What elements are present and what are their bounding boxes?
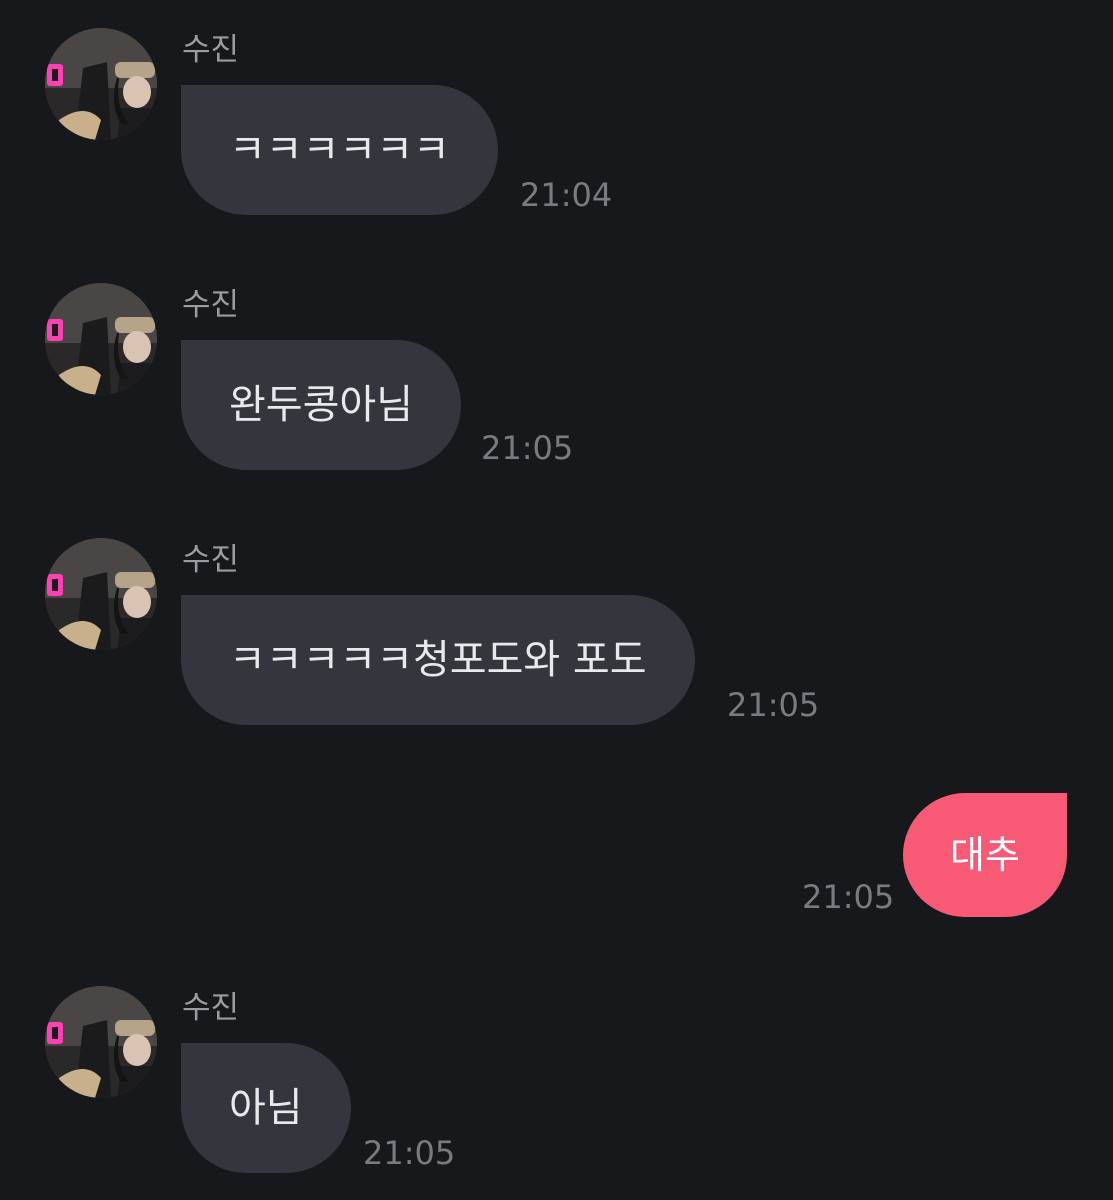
- message-bubble[interactable]: ㅋㅋㅋㅋㅋㅋ: [181, 85, 498, 215]
- message-time: 21:05: [727, 686, 820, 724]
- sender-name: 수진: [182, 287, 240, 323]
- chat-thread: 수진 ㅋㅋㅋㅋㅋㅋ 21:04 수진 완두콩아님 21:05 수진 ㅋㅋㅋㅋㅋ청…: [0, 0, 1113, 1200]
- avatar-photo-icon: [45, 283, 157, 395]
- message-time: 21:04: [520, 176, 613, 214]
- message-time: 21:05: [363, 1134, 456, 1172]
- avatar-photo-icon: [45, 28, 157, 140]
- message-bubble[interactable]: 대추: [903, 793, 1067, 917]
- sender-avatar[interactable]: [45, 283, 157, 395]
- message-time: 21:05: [481, 429, 574, 467]
- sender-name: 수진: [182, 990, 240, 1026]
- incoming-message: 수진 완두콩아님 21:05: [0, 255, 1113, 470]
- avatar-photo-icon: [45, 986, 157, 1098]
- incoming-message: 수진 아님 21:05: [0, 958, 1113, 1173]
- sender-name: 수진: [182, 32, 240, 68]
- message-time: 21:05: [802, 878, 895, 916]
- message-bubble[interactable]: 완두콩아님: [181, 340, 461, 470]
- message-bubble[interactable]: ㅋㅋㅋㅋㅋ청포도와 포도: [181, 595, 695, 725]
- message-bubble[interactable]: 아님: [181, 1043, 351, 1173]
- incoming-message: 수진 ㅋㅋㅋㅋㅋㅋ 21:04: [0, 0, 1113, 215]
- sender-avatar[interactable]: [45, 538, 157, 650]
- sender-avatar[interactable]: [45, 986, 157, 1098]
- avatar-photo-icon: [45, 538, 157, 650]
- incoming-message: 수진 ㅋㅋㅋㅋㅋ청포도와 포도 21:05: [0, 510, 1113, 725]
- sender-avatar[interactable]: [45, 28, 157, 140]
- sender-name: 수진: [182, 542, 240, 578]
